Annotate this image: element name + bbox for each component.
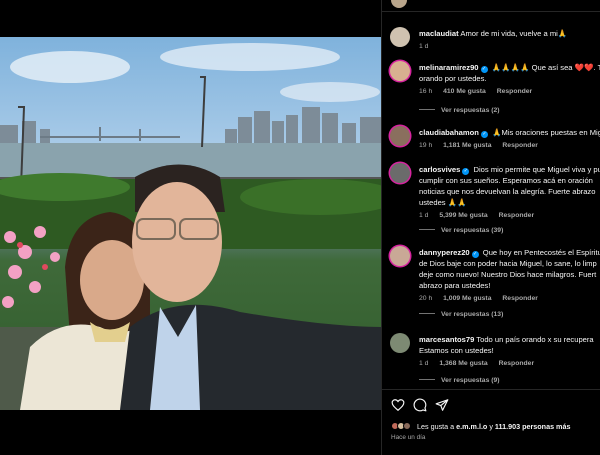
comment-time: 1 d [419, 360, 429, 367]
comment-text-line4: ustedes 🙏🙏 [419, 198, 467, 207]
avatar[interactable] [390, 333, 410, 353]
reply-button[interactable]: Responder [499, 360, 535, 367]
comment-body: melinaramirez90 ✓ 🙏🙏🙏🙏 Que así sea ❤️❤️. … [419, 62, 600, 97]
comment-meta: 16 h 410 Me gusta Responder [419, 86, 600, 97]
liker-avatar [403, 422, 411, 430]
view-replies[interactable]: Ver respuestas (9) [419, 377, 500, 384]
comment-likes[interactable]: 1,009 Me gusta [443, 295, 491, 302]
reply-button[interactable]: Responder [502, 142, 538, 149]
avatar[interactable] [390, 126, 410, 146]
comment-meta: 1 d 1,368 Me gusta Responder [419, 358, 600, 369]
selfie-photo-illustration [0, 43, 381, 410]
reply-button[interactable]: Responder [497, 88, 533, 95]
comment-body: dannyperez20 ✓ Que hoy en Pentecostés el … [419, 247, 600, 304]
comment-text-line2: de Dios baje con poder hacia Miguel, lo … [419, 259, 597, 268]
comment-likes[interactable]: 5,399 Me gusta [439, 212, 487, 219]
comment-text-line2: orando por ustedes. [419, 74, 487, 83]
comment-likes[interactable]: 410 Me gusta [443, 88, 486, 95]
comment-text-line3: noticias que nos devuelvan la alegría. F… [419, 187, 596, 196]
comment-icon[interactable] [413, 398, 427, 412]
comment-text-line3: deje como nuevo! Nuestro Dios hace milag… [419, 270, 597, 279]
comment-text-line4: abrazo para ustedes! [419, 281, 491, 290]
view-replies[interactable]: Ver respuestas (39) [419, 227, 503, 234]
comment-text: Amor de mi vida, vuelve a mi🙏 [460, 29, 568, 38]
comment-meta: 20 h 1,009 Me gusta Responder [419, 293, 600, 304]
comment-body: maclaudiat Amor de mi vida, vuelve a mi🙏… [419, 28, 600, 52]
comment-body: claudiabahamon ✓ 🙏Mis oraciones puestas e… [419, 127, 600, 151]
comment-time: 16 h [419, 88, 433, 95]
comment-text: 🙏🙏🙏🙏 Que así sea ❤️❤️. Todos [491, 63, 600, 72]
comment-text: 🙏Mis oraciones puestas en Mig [492, 128, 600, 137]
avatar[interactable] [390, 246, 410, 266]
post-photo[interactable] [0, 37, 381, 410]
comment-username[interactable]: carlosvives [419, 165, 460, 174]
view-replies[interactable]: Ver respuestas (13) [419, 311, 503, 318]
send-icon[interactable] [435, 398, 449, 412]
comment-body: carlosvives ✓ Dios mio permite que Miguel… [419, 164, 600, 221]
comment-text: Que hoy en Pentecostés el Espíritu [482, 248, 600, 257]
comment-time: 19 h [419, 142, 433, 149]
comment-username[interactable]: dannyperez20 [419, 248, 470, 257]
post-time: Hace un día [391, 434, 426, 441]
comment-time: 1 d [419, 43, 429, 50]
comment-username[interactable]: marcesantos79 [419, 335, 474, 344]
heart-icon[interactable] [391, 398, 405, 412]
comment-likes[interactable]: 1,181 Me gusta [443, 142, 491, 149]
avatar[interactable] [390, 27, 410, 47]
verified-badge-icon: ✓ [471, 251, 479, 258]
comment-username[interactable]: claudiabahamon [419, 128, 479, 137]
verified-badge-icon: ✓ [480, 131, 488, 138]
likes-count[interactable]: 111.903 personas más [495, 422, 571, 431]
comment-username[interactable]: melinaramirez90 [419, 63, 479, 72]
comment-meta: 19 h 1,181 Me gusta Responder [419, 140, 600, 151]
comment-time: 1 d [419, 212, 429, 219]
post-actions-bar: Les gusta a e.m.m.l.o y 111.903 personas… [382, 389, 600, 455]
comment-text-line2: Estamos con ustedes! [419, 346, 494, 355]
reply-button[interactable]: Responder [499, 212, 535, 219]
likes-summary[interactable]: Les gusta a e.m.m.l.o y 111.903 personas… [391, 422, 570, 431]
comment-text: Todo un país orando x su recupera [476, 335, 594, 344]
author-avatar[interactable] [391, 0, 407, 8]
likes-user[interactable]: e.m.m.l.o [456, 422, 487, 431]
comment-username[interactable]: maclaudiat [419, 29, 459, 38]
comment-meta: 1 d [419, 41, 600, 52]
view-replies[interactable]: Ver respuestas (2) [419, 107, 500, 114]
comment-meta: 1 d 5,399 Me gusta Responder [419, 210, 600, 221]
comments-pane: maclaudiat Amor de mi vida, vuelve a mi🙏… [381, 0, 600, 455]
avatar[interactable] [390, 163, 410, 183]
verified-badge-icon: ✓ [462, 168, 470, 175]
avatar[interactable] [390, 61, 410, 81]
comment-text: Dios mio permite que Miguel viva y pu [473, 165, 600, 174]
likes-middle: y [487, 422, 495, 431]
comment-text-line2: cumplir con sus sueños. Esperamos acá en… [419, 176, 593, 185]
comment-body: marcesantos79 Todo un país orando x su r… [419, 334, 600, 369]
verified-badge-icon: ✓ [480, 66, 488, 73]
post-header-edge [382, 0, 600, 12]
likes-prefix: Les gusta a [417, 422, 457, 431]
comment-likes[interactable]: 1,368 Me gusta [439, 360, 487, 367]
reply-button[interactable]: Responder [502, 295, 538, 302]
comment-time: 20 h [419, 295, 433, 302]
post-media-pane [0, 0, 381, 455]
